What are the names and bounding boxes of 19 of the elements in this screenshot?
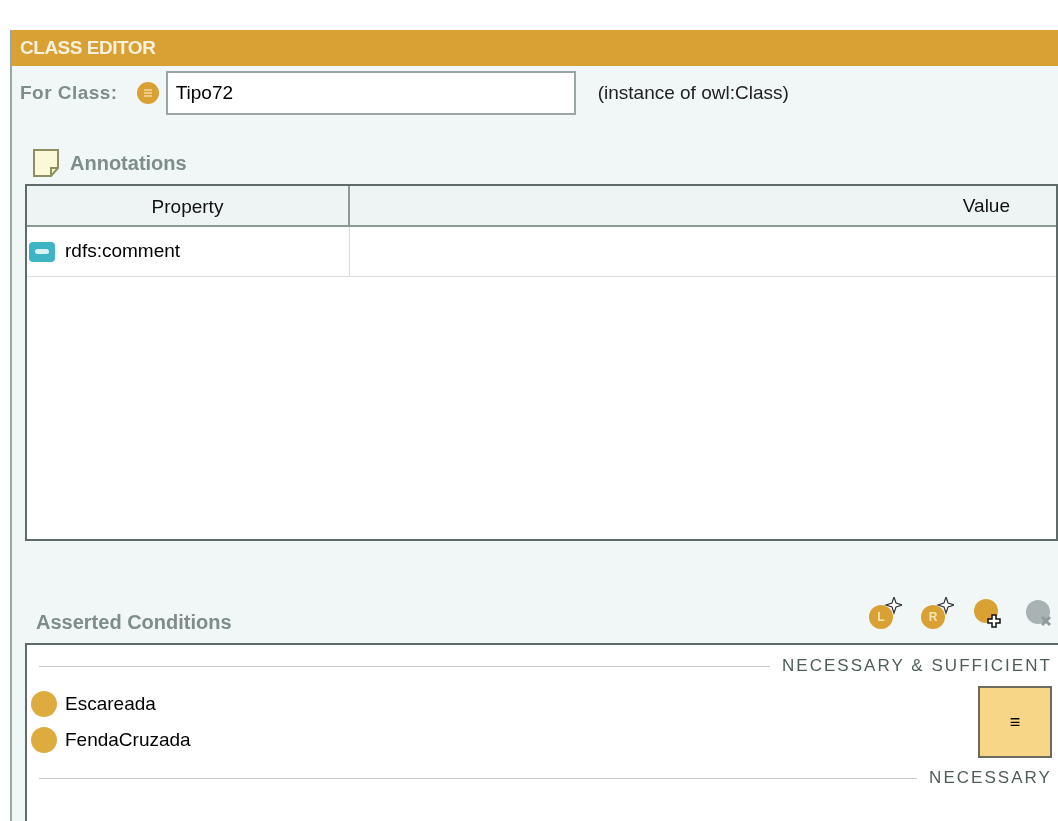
for-class-label: For Class: (20, 80, 118, 105)
condition-item[interactable]: Escareada (65, 689, 156, 719)
note-icon (32, 148, 62, 178)
section-heading: NECESSARY (929, 767, 1053, 790)
column-header[interactable]: Property (27, 186, 350, 225)
annotation-property-icon (29, 241, 55, 262)
section-title: Asserted Conditions (36, 610, 232, 635)
class-icon (135, 81, 160, 105)
condition-item[interactable]: FendaCruzada (65, 725, 191, 755)
class-icon (31, 691, 57, 717)
class-type-note: (instance of owl:Class) (597, 80, 789, 105)
table-cell-text: rdfs:comment (65, 239, 181, 264)
equivalence-badge: ≡ (978, 686, 1052, 758)
panel-title: CLASS EDITOR (20, 35, 156, 60)
class-name-field[interactable]: Tipo72 (165, 71, 576, 115)
section-heading: NECESSARY & SUFFICIENT (781, 655, 1053, 678)
section-title: Annotations (70, 151, 187, 176)
class-icon (31, 727, 57, 753)
column-header[interactable]: Value (350, 186, 1056, 225)
